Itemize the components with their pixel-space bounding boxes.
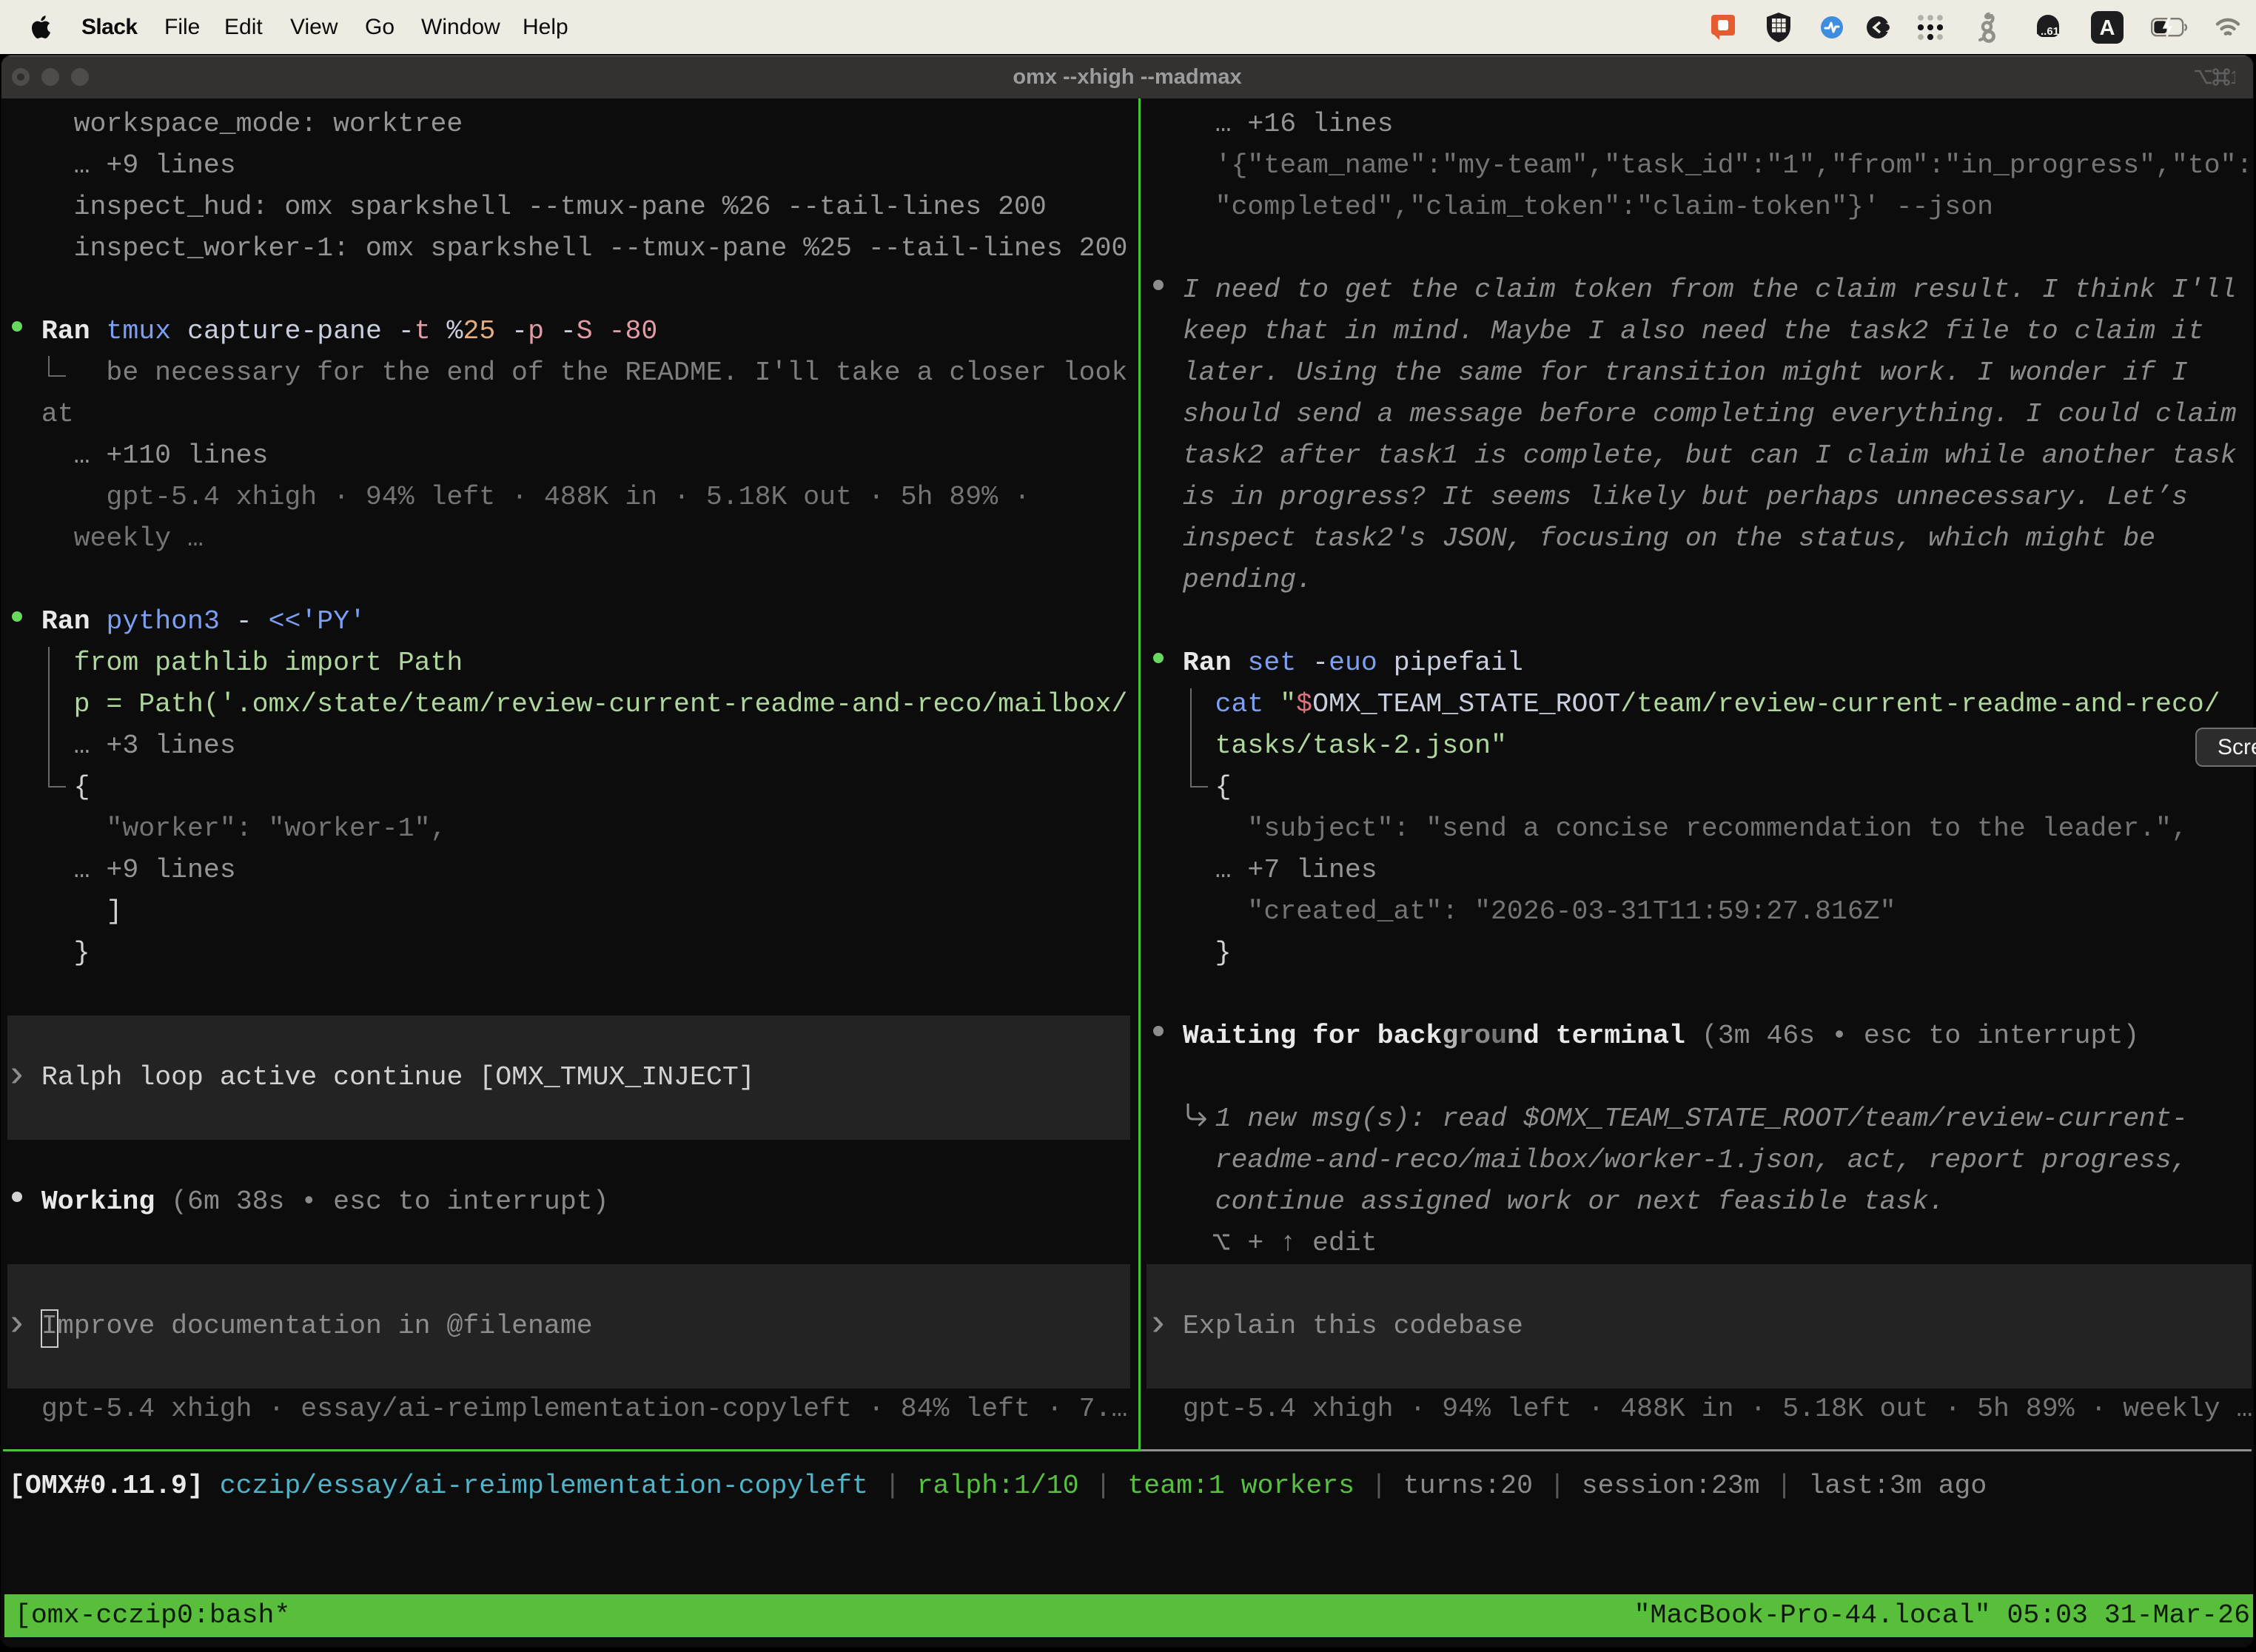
svg-text:..61: ..61 bbox=[2041, 25, 2059, 38]
svg-text:A: A bbox=[2100, 16, 2115, 40]
svg-text:1: 1 bbox=[2230, 67, 2235, 87]
